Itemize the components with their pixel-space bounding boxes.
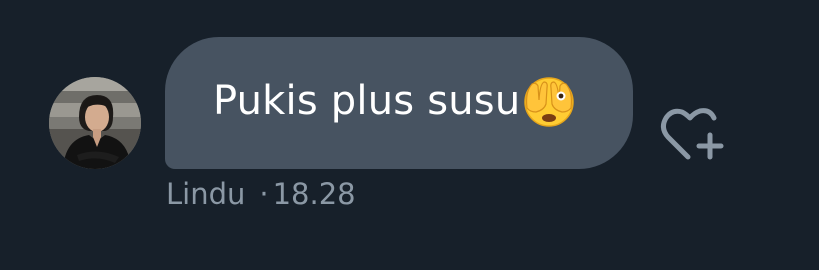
avatar[interactable] — [49, 77, 141, 169]
sender-name: Lindu — [166, 177, 246, 211]
dm-conversation: Pukis plus susu Lindu · 18.28 — [0, 0, 819, 270]
heart-plus-icon — [660, 108, 724, 160]
avatar-photo — [49, 77, 141, 169]
message-bubble[interactable]: Pukis plus susu — [165, 37, 633, 169]
message-time: 18.28 — [272, 177, 356, 211]
add-reaction-button[interactable] — [658, 101, 728, 165]
meta-separator: · — [259, 177, 269, 211]
message-meta: Lindu · 18.28 — [166, 176, 356, 212]
face-with-hand-over-eyes-emoji — [524, 77, 575, 127]
message-text: Pukis plus susu — [213, 78, 521, 124]
